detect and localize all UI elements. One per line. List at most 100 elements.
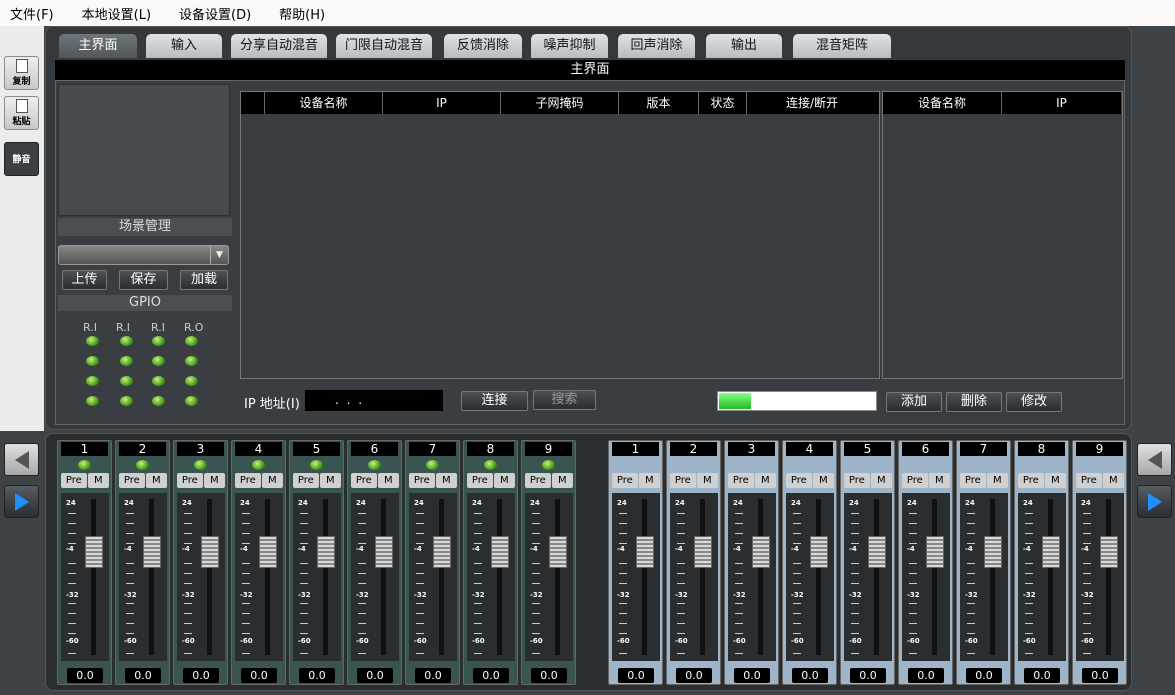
pre-button[interactable]: Pre <box>612 473 638 488</box>
fader-track[interactable] <box>207 499 212 655</box>
fader-knob[interactable] <box>868 536 886 569</box>
gain-value[interactable]: 0.0 <box>850 668 886 683</box>
fader-track[interactable] <box>1048 499 1053 655</box>
channel-number[interactable]: 5 <box>844 442 891 456</box>
scene-select[interactable]: ▼ <box>58 245 229 265</box>
menu-local-settings[interactable]: 本地设置(L) <box>78 2 155 25</box>
pre-button[interactable]: Pre <box>177 473 203 488</box>
fader-knob[interactable] <box>810 536 828 569</box>
menu-device-settings[interactable]: 设备设置(D) <box>175 2 255 25</box>
gain-value[interactable]: 0.0 <box>473 668 509 683</box>
prev-page-button[interactable] <box>4 443 39 476</box>
pre-button[interactable]: Pre <box>960 473 986 488</box>
mute-button[interactable]: M <box>638 473 660 488</box>
gain-value[interactable]: 0.0 <box>415 668 451 683</box>
pre-button[interactable]: Pre <box>786 473 812 488</box>
channel-number[interactable]: 9 <box>1076 442 1123 456</box>
mute-button[interactable]: M <box>87 473 109 488</box>
upload-button[interactable]: 上传 <box>62 270 107 290</box>
gain-value[interactable]: 0.0 <box>299 668 335 683</box>
pre-button[interactable]: Pre <box>61 473 87 488</box>
fader-knob[interactable] <box>85 536 103 569</box>
gain-value[interactable]: 0.0 <box>125 668 161 683</box>
fader-track[interactable] <box>990 499 995 655</box>
fader-track[interactable] <box>497 499 502 655</box>
fader-knob[interactable] <box>549 536 567 569</box>
mute-button[interactable]: M <box>145 473 167 488</box>
tab-main[interactable]: 主界面 <box>59 34 137 58</box>
pre-button[interactable]: Pre <box>409 473 435 488</box>
mute-button[interactable]: M <box>1044 473 1066 488</box>
gain-value[interactable]: 0.0 <box>241 668 277 683</box>
next-output-page-button[interactable] <box>1137 485 1172 518</box>
mute-button[interactable]: M <box>319 473 341 488</box>
fader-knob[interactable] <box>317 536 335 569</box>
mute-button[interactable]: M <box>812 473 834 488</box>
fader-track[interactable] <box>932 499 937 655</box>
copy-button[interactable]: 复制 <box>4 56 39 90</box>
channel-number[interactable]: 5 <box>293 442 340 456</box>
fader-knob[interactable] <box>1042 536 1060 569</box>
mute-button[interactable]: M <box>435 473 457 488</box>
channel-number[interactable]: 1 <box>612 442 659 456</box>
channel-number[interactable]: 3 <box>177 442 224 456</box>
fader-track[interactable] <box>816 499 821 655</box>
delete-button[interactable]: 删除 <box>946 392 1002 412</box>
fader-knob[interactable] <box>636 536 654 569</box>
pre-button[interactable]: Pre <box>467 473 493 488</box>
mute-button[interactable]: M <box>754 473 776 488</box>
mute-button[interactable]: M <box>261 473 283 488</box>
gain-value[interactable]: 0.0 <box>1024 668 1060 683</box>
mute-button[interactable]: M <box>377 473 399 488</box>
save-button[interactable]: 保存 <box>119 270 168 290</box>
mute-button[interactable]: M <box>870 473 892 488</box>
channel-number[interactable]: 8 <box>467 442 514 456</box>
fader-track[interactable] <box>642 499 647 655</box>
channel-number[interactable]: 3 <box>728 442 775 456</box>
add-button[interactable]: 添加 <box>886 392 942 412</box>
pre-button[interactable]: Pre <box>844 473 870 488</box>
load-button[interactable]: 加载 <box>180 270 228 290</box>
fader-track[interactable] <box>381 499 386 655</box>
pre-button[interactable]: Pre <box>1018 473 1044 488</box>
gain-value[interactable]: 0.0 <box>357 668 393 683</box>
fader-track[interactable] <box>149 499 154 655</box>
fader-knob[interactable] <box>375 536 393 569</box>
tab-mix-matrix[interactable]: 混音矩阵 <box>793 34 891 58</box>
pre-button[interactable]: Pre <box>119 473 145 488</box>
fader-track[interactable] <box>874 499 879 655</box>
pre-button[interactable]: Pre <box>1076 473 1102 488</box>
gain-value[interactable]: 0.0 <box>67 668 103 683</box>
tab-input[interactable]: 输入 <box>146 34 222 58</box>
gain-value[interactable]: 0.0 <box>734 668 770 683</box>
fader-track[interactable] <box>700 499 705 655</box>
pre-button[interactable]: Pre <box>728 473 754 488</box>
fader-knob[interactable] <box>1100 536 1118 569</box>
tab-gate-automix[interactable]: 门限自动混音 <box>336 34 432 58</box>
search-button[interactable]: 搜索 <box>533 390 596 410</box>
channel-number[interactable]: 7 <box>409 442 456 456</box>
channel-number[interactable]: 4 <box>786 442 833 456</box>
pre-button[interactable]: Pre <box>902 473 928 488</box>
mute-button[interactable]: M <box>551 473 573 488</box>
menu-help[interactable]: 帮助(H) <box>275 2 329 25</box>
pre-button[interactable]: Pre <box>235 473 261 488</box>
fader-track[interactable] <box>555 499 560 655</box>
fader-knob[interactable] <box>694 536 712 569</box>
fader-track[interactable] <box>323 499 328 655</box>
mute-button[interactable]: M <box>986 473 1008 488</box>
tab-output[interactable]: 输出 <box>706 34 782 58</box>
paste-button[interactable]: 粘贴 <box>4 96 39 130</box>
channel-number[interactable]: 6 <box>902 442 949 456</box>
tab-share-automix[interactable]: 分享自动混音 <box>231 34 327 58</box>
fader-track[interactable] <box>1106 499 1111 655</box>
gain-value[interactable]: 0.0 <box>966 668 1002 683</box>
gain-value[interactable]: 0.0 <box>531 668 567 683</box>
channel-number[interactable]: 2 <box>670 442 717 456</box>
fader-track[interactable] <box>758 499 763 655</box>
gain-value[interactable]: 0.0 <box>676 668 712 683</box>
channel-number[interactable]: 2 <box>119 442 166 456</box>
ip-address-input[interactable]: . . . <box>305 390 443 411</box>
fader-knob[interactable] <box>201 536 219 569</box>
mute-button[interactable]: M <box>493 473 515 488</box>
